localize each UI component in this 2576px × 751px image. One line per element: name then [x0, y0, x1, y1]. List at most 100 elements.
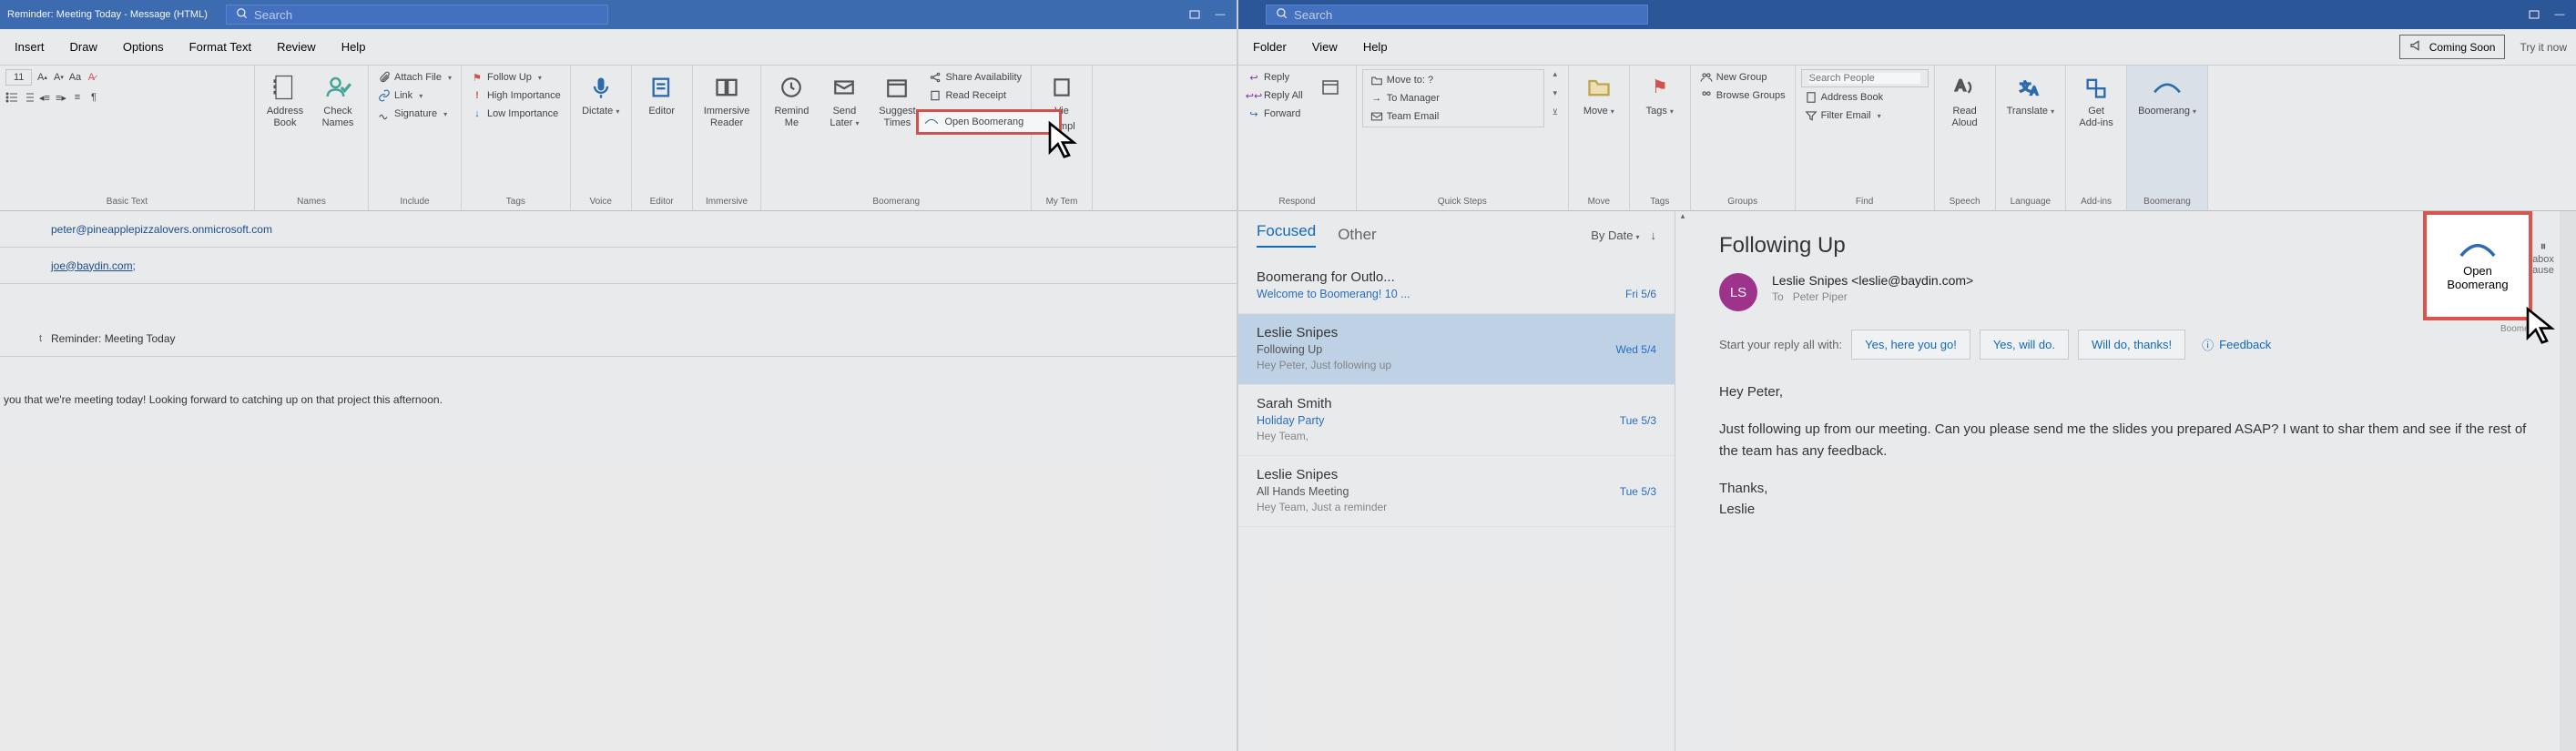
numbering-icon[interactable] [22, 91, 35, 104]
subject-row[interactable]: t Reminder: Meeting Today [0, 320, 1237, 357]
quickstep-up-icon[interactable]: ▴ [1548, 69, 1563, 84]
message-item[interactable]: Leslie SnipesAll Hands MeetingTue 5/3Hey… [1238, 456, 1675, 527]
immersive-reader-button[interactable]: Immersive Reader [698, 69, 756, 133]
tags-button[interactable]: ⚑ Tags [1635, 69, 1685, 121]
meeting-button[interactable] [1310, 69, 1350, 106]
follow-up-button[interactable]: ⚑ Follow Up [467, 69, 565, 86]
address-book-button[interactable]: Address Book [260, 69, 310, 133]
reply-button[interactable]: ↩ Reply [1244, 69, 1307, 86]
window-maximize-icon[interactable] [2525, 7, 2543, 22]
window-minimize-icon[interactable]: — [1211, 7, 1229, 22]
quickstep-expand-icon[interactable]: ⊻ [1548, 107, 1563, 122]
align-icon[interactable]: ≡ [71, 91, 84, 104]
sort-dir-icon[interactable]: ↓ [1651, 228, 1657, 242]
browse-groups-button[interactable]: Browse Groups [1696, 87, 1789, 104]
window-maximize-icon[interactable] [1186, 7, 1204, 22]
low-importance-button[interactable]: ↓ Low Importance [467, 106, 565, 122]
change-case-icon[interactable]: Aa [68, 71, 81, 84]
templates-icon [1047, 73, 1076, 102]
menu-review[interactable]: Review [264, 31, 329, 63]
group-names: Names [260, 195, 362, 208]
coming-soon-button[interactable]: Coming Soon [2399, 35, 2506, 59]
new-group-button[interactable]: New Group [1696, 69, 1789, 86]
open-boomerang-button-left[interactable]: Open Boomerang [916, 109, 1062, 135]
search-people-input[interactable] [1801, 69, 1929, 87]
move-button[interactable]: Move [1574, 69, 1624, 121]
boomerang-button[interactable]: Boomerang [2133, 69, 2202, 121]
editor-button[interactable]: Editor [637, 69, 687, 121]
speech-icon: A [1950, 73, 1980, 102]
window-minimize-icon[interactable]: — [2551, 7, 2569, 22]
paragraph-icon[interactable]: ¶ [87, 91, 100, 104]
scroll-up-icon[interactable]: ▴ [1675, 211, 1690, 226]
move-to-button[interactable]: Move to: ? [1367, 72, 1540, 88]
reply-all-button[interactable]: ↩↩ Reply All [1244, 87, 1307, 104]
try-it-now-link[interactable]: Try it now [2512, 37, 2574, 57]
send-later-button[interactable]: Send Later [820, 69, 869, 133]
quick-reply-1[interactable]: Yes, here you go! [1851, 330, 1970, 360]
translate-button[interactable]: 文A Translate [2001, 69, 2060, 121]
link-button[interactable]: Link [374, 87, 455, 104]
browse-icon [1700, 89, 1713, 102]
quick-reply-2[interactable]: Yes, will do. [1980, 330, 2069, 360]
feedback-link[interactable]: ⓘ Feedback [2202, 336, 2271, 353]
high-importance-button[interactable]: ! High Importance [467, 87, 565, 104]
search-input-left[interactable] [254, 8, 598, 22]
dictate-button[interactable]: Dictate [576, 69, 626, 121]
menu-view[interactable]: View [1299, 31, 1350, 63]
message-item[interactable]: Boomerang for Outlo...Welcome to Boomera… [1238, 259, 1675, 314]
menu-folder[interactable]: Folder [1240, 31, 1299, 63]
bullets-icon[interactable] [5, 91, 18, 104]
clear-format-icon[interactable]: A̷ [85, 71, 97, 84]
decrease-indent-icon[interactable]: ◂≡ [38, 91, 51, 104]
attach-file-button[interactable]: Attach File [374, 69, 455, 86]
reading-scrollbar[interactable] [2560, 211, 2576, 751]
open-boomerang-popup[interactable]: Open Boomerang [2423, 211, 2532, 320]
search-box-left[interactable] [226, 5, 608, 25]
boomerang-icon [2153, 73, 2182, 102]
search-box-right[interactable] [1266, 5, 1648, 25]
read-receipt-button[interactable]: Read Receipt [925, 87, 1025, 104]
menu-format-text[interactable]: Format Text [177, 31, 264, 63]
team-email-button[interactable]: Team Email [1367, 108, 1540, 125]
message-item[interactable]: Sarah SmithHoliday PartyTue 5/3Hey Team, [1238, 385, 1675, 456]
quickstep-down-icon[interactable]: ▾ [1548, 88, 1563, 103]
increase-indent-icon[interactable]: ≡▸ [55, 91, 67, 104]
search-input-right[interactable] [1294, 8, 1638, 22]
sender-name: Leslie Snipes <leslie@baydin.com> [1772, 273, 1973, 288]
menu-bar-left: Insert Draw Options Format Text Review H… [0, 29, 1237, 66]
sort-by-button[interactable]: By Date [1591, 228, 1639, 242]
share-availability-button[interactable]: Share Availability [925, 69, 1025, 86]
increase-font-icon[interactable]: A▴ [36, 71, 48, 84]
remind-me-button[interactable]: Remind Me [767, 69, 816, 133]
read-aloud-button[interactable]: A Read Aloud [1940, 69, 1990, 133]
decrease-font-icon[interactable]: A▾ [52, 71, 65, 84]
menu-insert[interactable]: Insert [2, 31, 57, 63]
get-addins-button[interactable]: Get Add-ins [2072, 69, 2121, 133]
email-body: Hey Peter, Just following up from our me… [1719, 381, 2532, 520]
ribbon-right: ↩ Reply ↩↩ Reply All ↪ Forward [1238, 66, 2576, 211]
to-row[interactable]: To peter@pineapplepizzalovers.onmicrosof… [0, 211, 1237, 248]
message-item[interactable]: Leslie SnipesFollowing UpWed 5/4Hey Pete… [1238, 314, 1675, 385]
to-manager-button[interactable]: → To Manager [1367, 90, 1540, 107]
filter-email-button[interactable]: Filter Email [1801, 107, 1929, 124]
menu-options[interactable]: Options [110, 31, 177, 63]
menu-bar-right: Folder View Help Coming Soon Try it now [1238, 29, 2576, 66]
address-book-icon [1805, 91, 1817, 104]
forward-button[interactable]: ↪ Forward [1244, 106, 1307, 122]
menu-help[interactable]: Help [329, 31, 379, 63]
quick-reply-3[interactable]: Will do, thanks! [2078, 330, 2185, 360]
cc-row[interactable]: Cc joe@baydin.com; [0, 248, 1237, 284]
compose-body[interactable]: you that we're meeting today! Looking fo… [0, 357, 1237, 442]
addins-icon [2082, 73, 2111, 102]
menu-draw[interactable]: Draw [57, 31, 110, 63]
tab-other[interactable]: Other [1338, 226, 1377, 244]
signature-button[interactable]: Signature [374, 106, 455, 122]
font-size-select[interactable]: 11 [5, 69, 32, 86]
address-book-button-right[interactable]: Address Book [1801, 89, 1929, 106]
tab-focused[interactable]: Focused [1257, 222, 1316, 248]
cursor-icon [2521, 306, 2560, 344]
suggest-times-button[interactable]: Suggest Times [872, 69, 921, 133]
check-names-button[interactable]: Check Names [313, 69, 362, 133]
menu-help-right[interactable]: Help [1350, 31, 1400, 63]
